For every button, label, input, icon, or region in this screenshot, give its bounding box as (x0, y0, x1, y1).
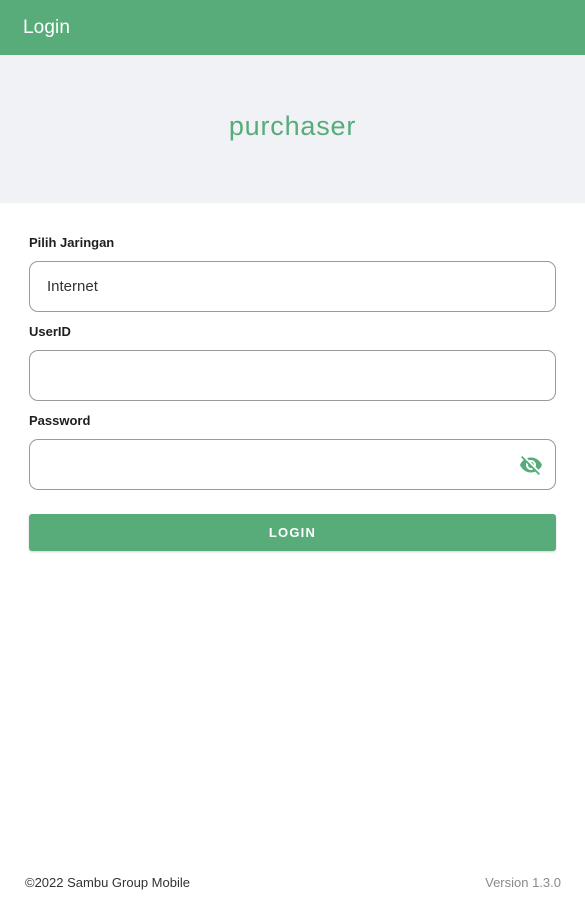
login-screen: Login purchaser Pilih Jaringan Internet … (0, 0, 585, 900)
password-label: Password (29, 413, 91, 428)
app-logo: purchaser (228, 110, 357, 141)
password-input[interactable] (30, 440, 555, 489)
brand-banner: purchaser (0, 55, 585, 203)
eye-off-icon[interactable] (518, 452, 544, 478)
page-title: Login (23, 16, 70, 38)
network-select[interactable]: Internet (29, 261, 556, 312)
password-field-wrapper (29, 439, 556, 490)
version-text: Version 1.3.0 (485, 874, 561, 890)
network-select-value: Internet (47, 278, 98, 295)
copyright-text: ©2022 Sambu Group Mobile (25, 874, 190, 890)
network-label: Pilih Jaringan (29, 235, 115, 250)
footer: ©2022 Sambu Group Mobile Version 1.3.0 (25, 872, 561, 892)
userid-input[interactable] (30, 351, 555, 400)
app-bar: Login (0, 0, 585, 55)
userid-field-wrapper (29, 350, 556, 401)
login-button[interactable]: LOGIN (29, 514, 556, 551)
userid-label: UserID (29, 324, 71, 339)
login-form: Pilih Jaringan Internet UserID Password … (0, 235, 585, 551)
